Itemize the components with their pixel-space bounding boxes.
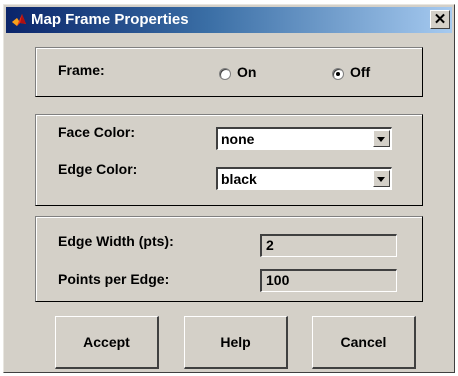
frame-on-radio[interactable] [219,68,231,80]
points-per-edge-field[interactable]: 100 [260,269,397,292]
matlab-logo-icon [12,14,26,26]
cancel-button[interactable]: Cancel [312,316,416,369]
title-bar[interactable]: Map Frame Properties ✕ [6,7,452,33]
edge-color-select[interactable]: black [216,167,392,190]
close-button[interactable]: ✕ [430,10,450,29]
frame-off-label[interactable]: Off [350,64,370,80]
color-panel: Face Color: none Edge Color: black [35,114,423,206]
help-button[interactable]: Help [184,316,288,369]
edge-color-value: black [221,171,257,187]
frame-label: Frame: [58,62,105,78]
edge-width-label: Edge Width (pts): [58,233,174,249]
face-color-value: none [221,131,255,147]
face-color-select[interactable]: none [216,127,392,150]
window-title: Map Frame Properties [31,11,189,28]
edge-color-label: Edge Color: [58,161,138,177]
accept-button[interactable]: Accept [55,316,159,369]
chevron-down-icon[interactable] [373,170,390,187]
map-frame-properties-window: Map Frame Properties ✕ Frame: On Off Fac… [3,4,455,373]
chevron-down-icon[interactable] [373,130,390,147]
close-icon: ✕ [433,11,447,28]
frame-off-radio[interactable] [332,68,344,80]
points-per-edge-label: Points per Edge: [58,271,170,287]
frame-panel: Frame: On Off [35,47,423,97]
edge-panel: Edge Width (pts): 2 Points per Edge: 100 [35,216,423,302]
face-color-label: Face Color: [58,124,136,140]
frame-on-label[interactable]: On [237,64,256,80]
edge-width-field[interactable]: 2 [260,234,397,257]
radio-selected-dot [336,72,340,76]
